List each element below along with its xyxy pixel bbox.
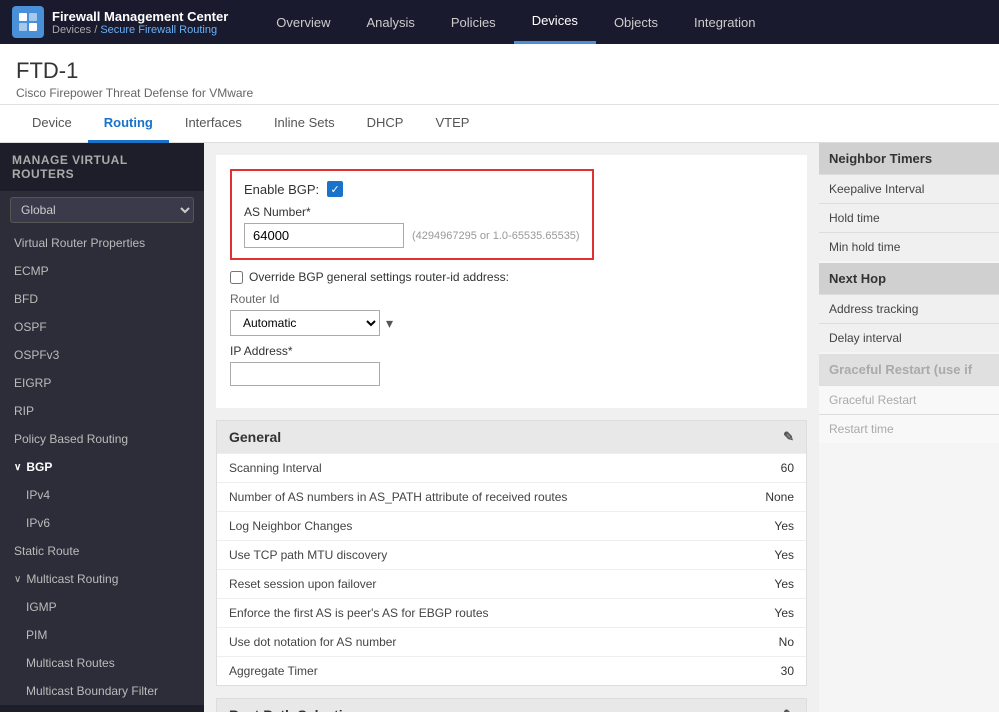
page-title: FTD-1 — [16, 58, 983, 84]
table-row: Log Neighbor Changes Yes — [217, 511, 806, 540]
enable-bgp-label: Enable BGP: — [244, 182, 319, 197]
sidebar-router-dropdown[interactable]: Global — [0, 191, 204, 229]
page-subtitle: Cisco Firepower Threat Defense for VMwar… — [16, 86, 983, 100]
general-edit-icon[interactable]: ✎ — [783, 429, 794, 445]
sidebar-item-bfd[interactable]: BFD — [0, 285, 204, 313]
graceful-restart-header: Graceful Restart (use if — [819, 354, 999, 385]
logo-icon — [12, 6, 44, 38]
general-section-header: General ✎ — [217, 421, 806, 453]
sidebar-item-multicast-routes[interactable]: Multicast Routes — [0, 649, 204, 677]
enable-bgp-row: Enable BGP: ✓ — [244, 181, 580, 197]
bgp-chevron: ∨ — [14, 462, 21, 473]
as-number-row: (4294967295 or 1.0-65535.65535) — [244, 223, 580, 248]
sidebar-general-settings-title: General Settings — [0, 705, 204, 712]
sidebar-item-ipv6[interactable]: IPv6 — [0, 509, 204, 537]
right-sidebar: Neighbor Timers Keepalive Interval Hold … — [819, 143, 999, 712]
override-label: Override BGP general settings router-id … — [249, 270, 509, 284]
table-row: Reset session upon failover Yes — [217, 569, 806, 598]
content-area: Enable BGP: ✓ AS Number* (4294967295 or … — [204, 143, 999, 712]
sidebar-item-ipv4[interactable]: IPv4 — [0, 481, 204, 509]
keepalive-interval-item[interactable]: Keepalive Interval — [819, 174, 999, 203]
sidebar-item-multicast-boundary-filter[interactable]: Multicast Boundary Filter — [0, 677, 204, 705]
table-row: Number of AS numbers in AS_PATH attribut… — [217, 482, 806, 511]
nav-policies[interactable]: Policies — [433, 0, 514, 44]
sidebar-item-ecmp[interactable]: ECMP — [0, 257, 204, 285]
table-row: Enforce the first AS is peer's AS for EB… — [217, 598, 806, 627]
tab-routing[interactable]: Routing — [88, 105, 169, 143]
table-row: Aggregate Timer 30 — [217, 656, 806, 685]
sidebar-section-title: Manage Virtual Routers — [0, 143, 204, 191]
sidebar-item-virtual-router-properties[interactable]: Virtual Router Properties — [0, 229, 204, 257]
ip-address-label: IP Address* — [230, 344, 793, 358]
ip-address-input[interactable] — [230, 362, 380, 386]
best-path-section-header: Best Path Selection ✎ — [217, 699, 806, 712]
tab-dhcp[interactable]: DHCP — [351, 105, 420, 143]
override-checkbox[interactable] — [230, 271, 243, 284]
tab-device[interactable]: Device — [16, 105, 88, 143]
graceful-restart-section: Graceful Restart (use if Graceful Restar… — [819, 354, 999, 443]
nav-overview[interactable]: Overview — [258, 0, 348, 44]
as-number-input[interactable] — [244, 223, 404, 248]
sidebar-item-ospf[interactable]: OSPF — [0, 313, 204, 341]
nav-analysis[interactable]: Analysis — [348, 0, 432, 44]
sidebar-item-bgp[interactable]: ∨ BGP — [0, 453, 204, 481]
app-title: Firewall Management Center Devices / Sec… — [52, 9, 228, 36]
main-content: Manage Virtual Routers Global Virtual Ro… — [0, 143, 999, 712]
bgp-config-panel: Enable BGP: ✓ AS Number* (4294967295 or … — [216, 155, 807, 408]
router-id-select[interactable]: Automatic Manual — [230, 310, 380, 336]
nav-integration[interactable]: Integration — [676, 0, 773, 44]
tab-inline-sets[interactable]: Inline Sets — [258, 105, 351, 143]
sidebar-item-pim[interactable]: PIM — [0, 621, 204, 649]
neighbor-timers-section: Neighbor Timers Keepalive Interval Hold … — [819, 143, 999, 261]
delay-interval-item[interactable]: Delay interval — [819, 323, 999, 352]
sidebar-item-rip[interactable]: RIP — [0, 397, 204, 425]
table-row: Scanning Interval 60 — [217, 453, 806, 482]
tab-interfaces[interactable]: Interfaces — [169, 105, 258, 143]
sidebar-item-static-route[interactable]: Static Route — [0, 537, 204, 565]
min-hold-time-item[interactable]: Min hold time — [819, 232, 999, 261]
router-id-section: Router Id Automatic Manual ▾ — [230, 292, 793, 336]
enable-bgp-checkbox[interactable]: ✓ — [327, 181, 343, 197]
nav-devices[interactable]: Devices — [514, 0, 596, 44]
top-nav: Firewall Management Center Devices / Sec… — [0, 0, 999, 44]
breadcrumb-link[interactable]: Secure Firewall Routing — [100, 24, 217, 36]
best-path-edit-icon[interactable]: ✎ — [783, 707, 794, 712]
device-tabs: Device Routing Interfaces Inline Sets DH… — [0, 105, 999, 143]
tab-vtep[interactable]: VTEP — [419, 105, 485, 143]
general-section-table: General ✎ Scanning Interval 60 Number of… — [216, 420, 807, 686]
sidebar-item-ospfv3[interactable]: OSPFv3 — [0, 341, 204, 369]
as-hint: (4294967295 or 1.0-65535.65535) — [412, 230, 580, 242]
graceful-restart-item: Graceful Restart — [819, 385, 999, 414]
next-hop-header: Next Hop — [819, 263, 999, 294]
center-panel: Enable BGP: ✓ AS Number* (4294967295 or … — [204, 143, 819, 712]
sidebar-item-multicast-routing[interactable]: ∨ Multicast Routing — [0, 565, 204, 593]
neighbor-timers-header: Neighbor Timers — [819, 143, 999, 174]
as-number-label: AS Number* — [244, 205, 580, 219]
override-row: Override BGP general settings router-id … — [230, 270, 793, 284]
sidebar: Manage Virtual Routers Global Virtual Ro… — [0, 143, 204, 712]
ip-address-section: IP Address* — [230, 344, 793, 386]
sidebar-item-eigrp[interactable]: EIGRP — [0, 369, 204, 397]
address-tracking-item[interactable]: Address tracking — [819, 294, 999, 323]
best-path-section-table: Best Path Selection ✎ Default local pref… — [216, 698, 807, 712]
restart-time-item: Restart time — [819, 414, 999, 443]
router-id-select-row: Automatic Manual ▾ — [230, 310, 793, 336]
app-logo: Firewall Management Center Devices / Sec… — [12, 6, 228, 38]
sidebar-item-policy-based-routing[interactable]: Policy Based Routing — [0, 425, 204, 453]
table-row: Use dot notation for AS number No — [217, 627, 806, 656]
page-header: FTD-1 Cisco Firepower Threat Defense for… — [0, 44, 999, 105]
router-id-dropdown-arrow: ▾ — [386, 315, 393, 332]
nav-objects[interactable]: Objects — [596, 0, 676, 44]
hold-time-item[interactable]: Hold time — [819, 203, 999, 232]
router-select[interactable]: Global — [10, 197, 194, 223]
nav-links: Overview Analysis Policies Devices Objec… — [258, 0, 773, 44]
next-hop-section: Next Hop Address tracking Delay interval — [819, 263, 999, 352]
table-row: Use TCP path MTU discovery Yes — [217, 540, 806, 569]
sidebar-item-igmp[interactable]: IGMP — [0, 593, 204, 621]
router-id-label: Router Id — [230, 292, 793, 306]
bgp-enable-box: Enable BGP: ✓ AS Number* (4294967295 or … — [230, 169, 594, 260]
multicast-chevron: ∨ — [14, 574, 21, 585]
